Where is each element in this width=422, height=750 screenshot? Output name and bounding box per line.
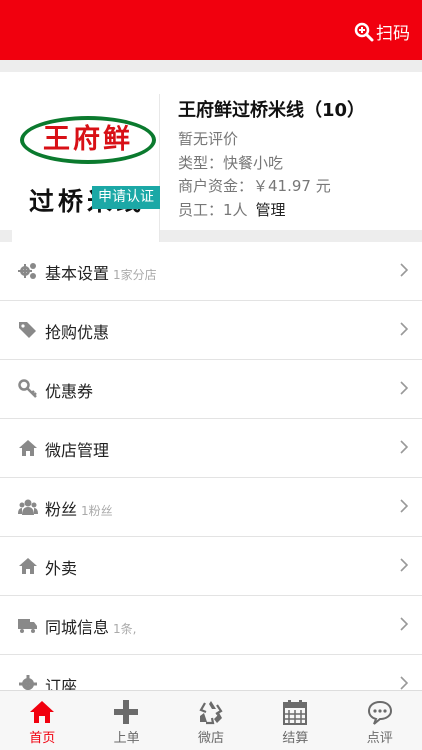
plus-icon: [114, 700, 139, 724]
chevron-right-icon: [400, 322, 408, 336]
menu-label-microshop: 微店管理: [45, 441, 110, 460]
bottom-nav: 首页 上单 微店 结算 点评: [0, 690, 422, 750]
chevron-right-icon: [400, 499, 408, 513]
shop-type: 类型：快餐小吃: [178, 153, 284, 172]
home-icon: [30, 701, 54, 723]
menu-item-local-info[interactable]: 同城信息 1条,: [0, 596, 422, 655]
apply-certification-badge[interactable]: 申请认证: [92, 186, 160, 209]
chevron-right-icon: [400, 381, 408, 395]
nav-review[interactable]: 点评: [338, 691, 422, 750]
nav-home[interactable]: 首页: [0, 691, 84, 750]
recycle-icon: [199, 701, 223, 725]
menu-label-coupon: 优惠券: [45, 382, 94, 401]
menu-sub-info-count: 1条,: [113, 622, 137, 636]
nav-label-post: 上单: [113, 731, 140, 746]
chevron-right-icon: [400, 263, 408, 277]
nav-settlement[interactable]: 结算: [253, 691, 337, 750]
menu-item-fans[interactable]: 粉丝 1粉丝: [0, 478, 422, 537]
nav-label-settlement: 结算: [282, 731, 309, 746]
menu-label-basic-settings: 基本设置: [45, 264, 110, 283]
menu-label-flash-sale: 抢购优惠: [45, 323, 110, 342]
chevron-right-icon: [400, 558, 408, 572]
shop-funds: 商户资金：￥41.97 元: [178, 177, 331, 195]
comment-icon: [367, 700, 392, 725]
menu-label-fans: 粉丝: [45, 500, 78, 519]
scan-label: 扫码: [376, 24, 410, 44]
logo-main-text: 王府鲜: [20, 116, 156, 164]
home-icon: [18, 556, 38, 576]
menu-item-basic-settings[interactable]: 基本设置 1家分店: [0, 242, 422, 301]
menu-sub-fans-count: 1粉丝: [81, 504, 113, 518]
nav-post[interactable]: 上单: [84, 691, 168, 750]
menu-item-flash-sale[interactable]: 抢购优惠: [0, 301, 422, 360]
menu-label-takeout: 外卖: [45, 559, 78, 578]
top-bar: 扫码: [0, 0, 422, 60]
shop-staff: 员工：1人: [178, 200, 248, 219]
shop-info: 王府鲜过桥米线（10） 暂无评价 类型：快餐小吃 商户资金：￥41.97 元 员…: [178, 96, 365, 222]
menu-sub-branches: 1家分店: [113, 268, 157, 282]
home-icon: [18, 438, 38, 458]
nav-microshop[interactable]: 微店: [169, 691, 253, 750]
shop-rating: 暂无评价: [178, 130, 239, 148]
chevron-right-icon: [400, 676, 408, 690]
key-icon: [18, 379, 38, 399]
shop-card: 王府鲜 过桥米线 申请认证 王府鲜过桥米线（10） 暂无评价 类型：快餐小吃 商…: [0, 72, 422, 282]
nav-label-microshop: 微店: [197, 731, 224, 746]
shop-name: 王府鲜过桥米线（10）: [178, 100, 366, 121]
menu-item-takeout[interactable]: 外卖: [0, 537, 422, 596]
nav-label-review: 点评: [366, 731, 393, 746]
tags-icon: [18, 320, 38, 340]
menu-item-microshop[interactable]: 微店管理: [0, 419, 422, 478]
truck-icon: [18, 615, 38, 635]
shop-staff-row: 员工：1人 管理: [178, 199, 365, 223]
scan-button[interactable]: 扫码: [354, 19, 410, 44]
calendar-icon: [283, 700, 308, 725]
chevron-right-icon: [400, 617, 408, 631]
chevron-right-icon: [400, 440, 408, 454]
settings-menu: 基本设置 1家分店 抢购优惠 优惠券 微店管理 粉丝 1粉丝 外卖 同城信息 1…: [0, 242, 422, 714]
gears-icon: [18, 261, 38, 281]
users-icon: [18, 497, 38, 517]
search-icon: [354, 22, 374, 41]
nav-label-home: 首页: [29, 731, 56, 746]
manage-link[interactable]: 管理: [256, 201, 286, 219]
menu-item-coupon[interactable]: 优惠券: [0, 360, 422, 419]
menu-label-local-info: 同城信息: [45, 618, 110, 637]
